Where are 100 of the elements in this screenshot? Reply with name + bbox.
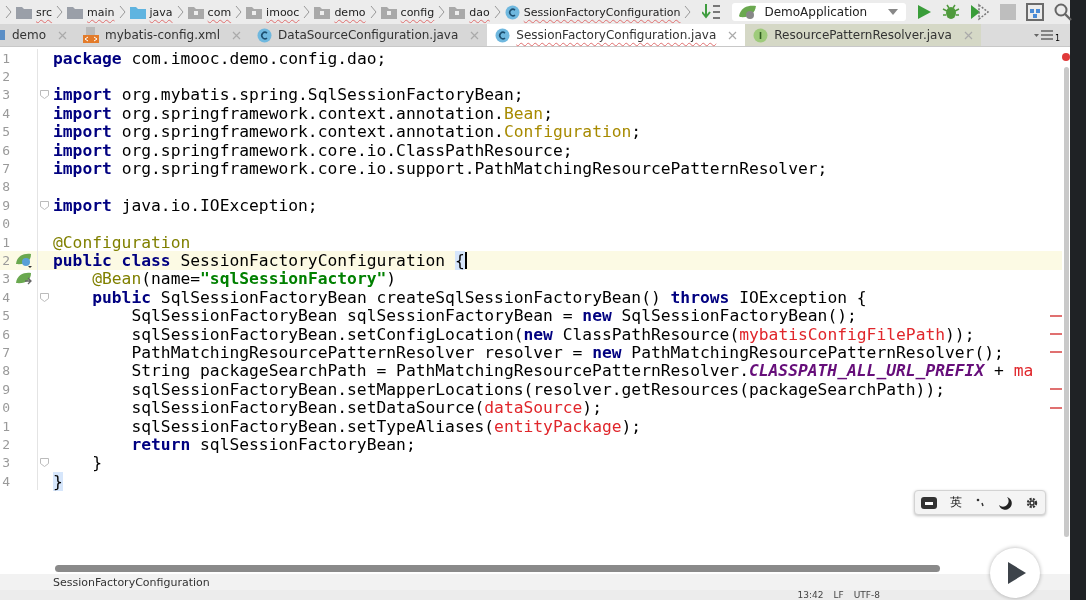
line-number: 9 (1, 197, 10, 213)
fold-marker-icon[interactable] (40, 458, 49, 468)
code-line: @Configuration (53, 232, 191, 252)
breadcrumb-item[interactable]: main (66, 5, 116, 19)
status-item[interactable]: 13:42 (797, 590, 824, 600)
code-line: sqlSessionFactoryBean.setDataSource(dataSource); (130, 398, 602, 418)
line-number: 7 (1, 161, 10, 177)
error-stripe-mark[interactable] (1050, 333, 1062, 336)
chevron-icon (684, 5, 692, 19)
package-icon (246, 5, 263, 19)
fold-marker-icon[interactable] (40, 90, 49, 100)
play-icon (1008, 562, 1026, 584)
vertical-scrollbar[interactable] (1063, 67, 1069, 537)
error-stripe-mark[interactable] (1050, 388, 1062, 391)
line-number: 3 (1, 87, 10, 103)
folder-icon (16, 5, 32, 19)
coverage-icon[interactable] (970, 3, 991, 21)
code-line: import org.springframework.core.io.ClassPathResource; (53, 140, 573, 160)
run-icon[interactable] (916, 4, 933, 20)
bean-icon[interactable] (14, 270, 33, 287)
keyboard-icon[interactable] (921, 495, 938, 510)
close-icon[interactable] (963, 30, 973, 40)
fold-marker-icon[interactable] (40, 200, 49, 210)
error-stripe-mark[interactable] (1050, 314, 1062, 317)
tab-list-icon[interactable] (1033, 30, 1054, 40)
line-number: 2 (1, 436, 10, 452)
editor-tab[interactable]: DataSourceConfiguration.java (249, 24, 488, 46)
editor-tab[interactable]: ResourcePatternResolver.java (745, 24, 981, 46)
error-stripe-mark[interactable] (1050, 351, 1062, 354)
chevron-icon (369, 5, 377, 19)
breadcrumb-item[interactable]: com (186, 5, 233, 19)
status-item[interactable]: UTF-8 (853, 590, 880, 600)
line-number: 4 (1, 473, 10, 489)
breadcrumb-item[interactable]: config (379, 5, 436, 19)
status-item[interactable]: LF (833, 590, 844, 600)
code-line: package com.imooc.demo.config.dao; (53, 48, 387, 68)
line-number: 3 (1, 271, 10, 287)
package-icon (449, 5, 466, 19)
breadcrumb-item[interactable]: SessionFactoryConfiguration (503, 4, 682, 20)
error-indicator-icon[interactable] (1062, 53, 1070, 61)
module-icon (0, 28, 6, 42)
code-line: public class SessionFactoryConfiguration { (53, 251, 467, 270)
code-line: String packageSearchPath = PathMatchingResourcePatternResolver.CLASSPATH_ALL_URL_PREFIX + ma (130, 361, 1034, 381)
line-number: 0 (1, 400, 10, 416)
code-line: return sqlSessionFactoryBean; (130, 434, 416, 454)
chevron-icon (5, 5, 12, 19)
moon-icon[interactable] (997, 495, 1012, 510)
bean-icon[interactable] (14, 252, 33, 269)
line-number: 5 (1, 308, 10, 324)
fold-marker-icon[interactable] (40, 292, 49, 302)
close-icon[interactable] (470, 30, 480, 40)
line-number: 6 (1, 326, 10, 342)
code-line: import org.mybatis.spring.SqlSessionFactoryBean; (53, 85, 524, 105)
editor-tab[interactable]: mybatis-config.xml (75, 24, 250, 46)
xml-file-icon (83, 27, 100, 43)
code-line: sqlSessionFactoryBean.setMapperLocations(resolver.getResources(packageSearchPath)); (130, 379, 945, 399)
project-structure-icon[interactable] (1026, 3, 1045, 21)
sort-icon[interactable] (702, 3, 723, 21)
breadcrumb-item[interactable]: demo (313, 5, 367, 19)
code-line: import org.springframework.context.annotation.Bean; (53, 103, 553, 123)
caret-icon (888, 9, 899, 15)
code-line: PathMatchingResourcePatternResolver resolver = new PathMatchingResourcePatternResolver(); (130, 342, 1004, 362)
code-line: } (91, 453, 102, 473)
code-line: SqlSessionFactoryBean sqlSessionFactoryBean = new SqlSessionFactoryBean(); (130, 306, 857, 326)
run-configuration-dropdown[interactable]: DemoApplication (732, 3, 907, 21)
code-line: import org.springframework.core.io.support.PathMatchingResourcePatternResolver; (53, 159, 828, 179)
code-line: import org.springframework.context.annotation.Configuration; (53, 122, 642, 142)
code-line: @Bean(name="sqlSessionFactory") (91, 269, 397, 289)
breadcrumb-item[interactable]: imooc (245, 5, 301, 19)
search-icon[interactable] (1054, 3, 1073, 21)
error-stripe-mark[interactable] (1050, 406, 1062, 409)
line-number: 0 (1, 216, 10, 232)
editor-tab[interactable]: SessionFactoryConfiguration.java (487, 24, 746, 46)
folder-icon (129, 5, 146, 19)
package-icon (380, 5, 397, 19)
breadcrumb-item[interactable]: src (15, 5, 54, 19)
chevron-icon (176, 5, 184, 19)
settings-icon[interactable] (1024, 495, 1039, 510)
interface-icon (753, 27, 769, 43)
play-button[interactable] (990, 548, 1040, 598)
class-icon (495, 27, 511, 43)
line-number: 1 (1, 418, 10, 434)
breadcrumb-status: SessionFactoryConfiguration (53, 575, 210, 589)
package-icon (314, 5, 331, 19)
bug-icon[interactable] (942, 3, 961, 21)
language-toggle[interactable]: 英 (950, 494, 963, 511)
class-icon (257, 27, 273, 43)
line-number: 2 (1, 253, 10, 268)
close-icon[interactable] (728, 30, 738, 40)
breadcrumb-item[interactable]: dao (448, 5, 491, 19)
line-number: 1 (1, 234, 10, 250)
close-icon[interactable] (58, 30, 68, 40)
editor-tab[interactable]: demo (0, 24, 76, 46)
horizontal-scrollbar[interactable] (55, 564, 940, 572)
chevron-icon (118, 5, 126, 19)
chevron-icon (438, 5, 446, 19)
line-number: 4 (1, 105, 10, 121)
breadcrumb-item[interactable]: java (128, 5, 174, 19)
close-icon[interactable] (232, 30, 242, 40)
punctuation-icon[interactable] (975, 496, 985, 509)
